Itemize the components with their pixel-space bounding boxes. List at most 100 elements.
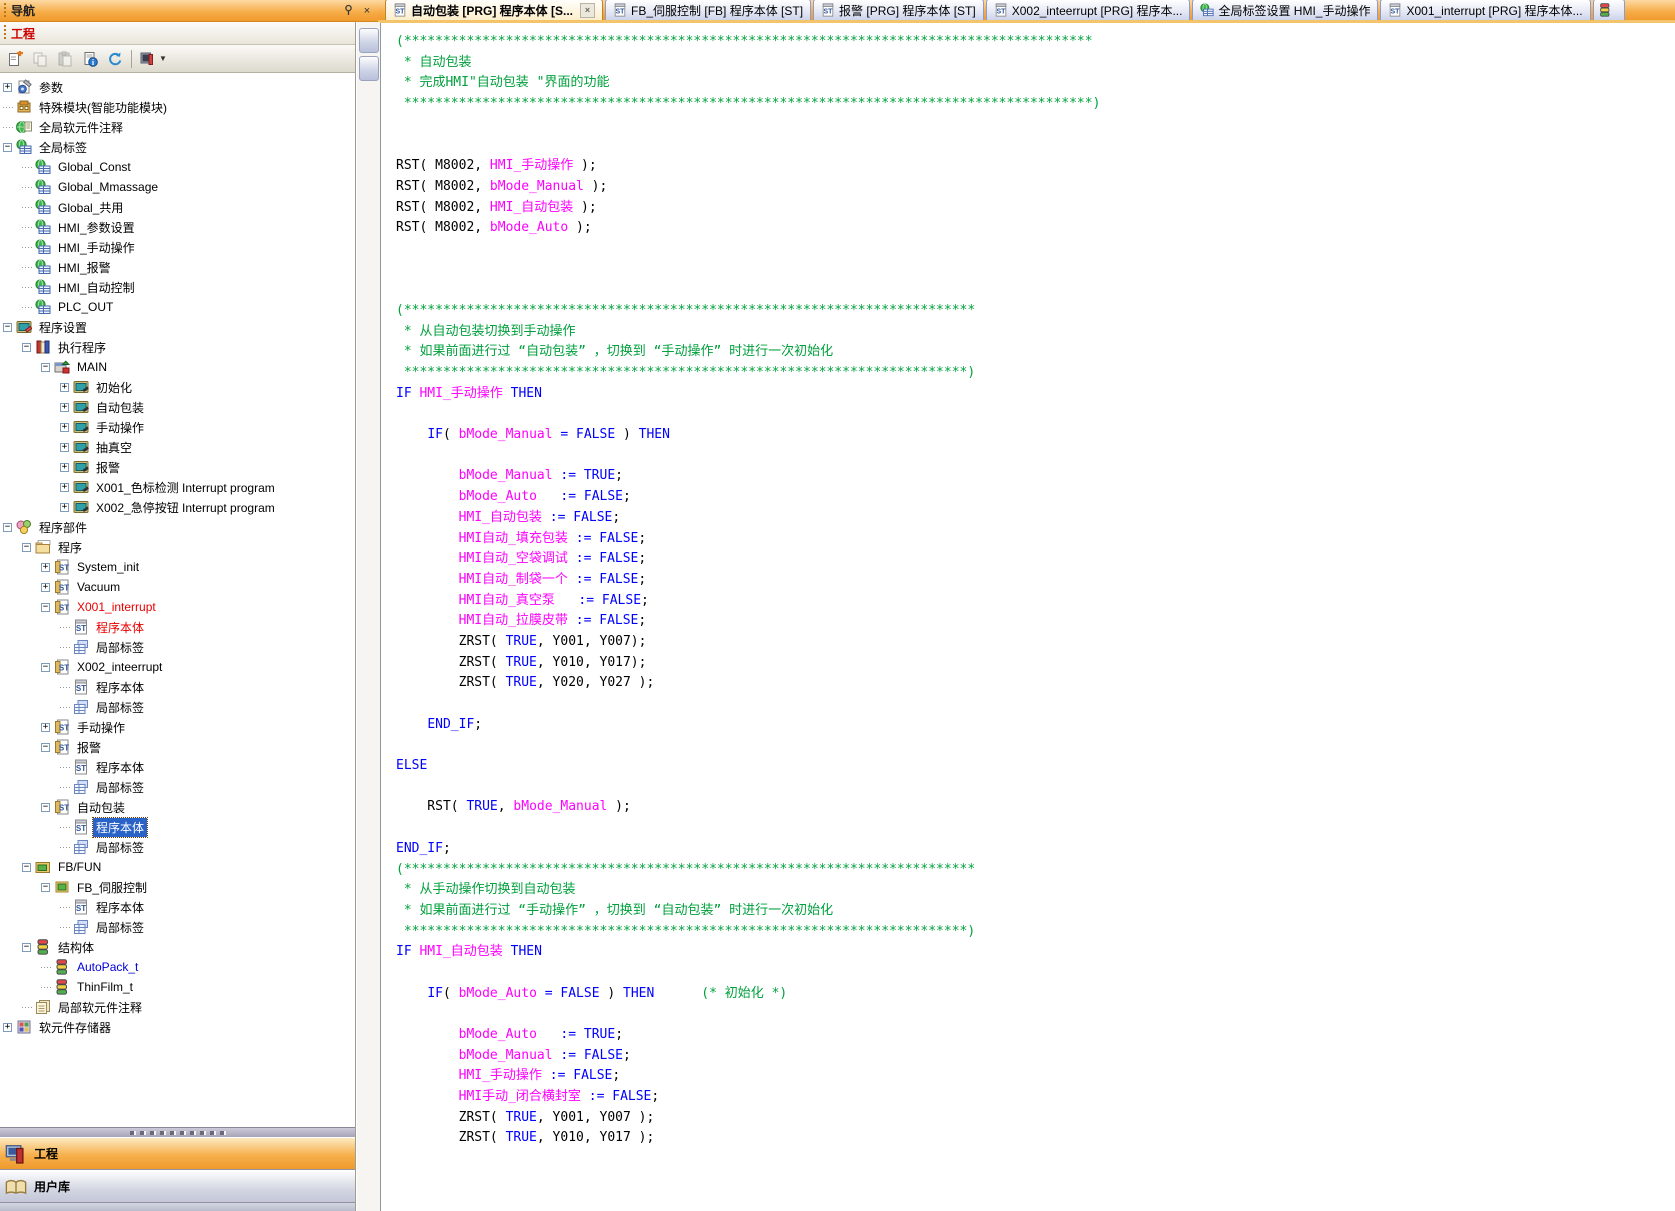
editor-tab-2[interactable]: STFB_伺服控制 [FB] 程序本体 [ST] (605, 0, 811, 20)
tree-item[interactable]: −程序 (0, 537, 355, 557)
tree-item[interactable]: 局部标签 (0, 777, 355, 797)
tree-item[interactable]: 局部标签 (0, 917, 355, 937)
tree-item[interactable]: −结构体 (0, 937, 355, 957)
navigator-button-project[interactable]: 工程 (0, 1137, 355, 1170)
dropdown-caret-icon[interactable]: ▼ (159, 54, 167, 63)
editor-tab-5[interactable]: 全局标签设置 HMI_手动操作 (1192, 0, 1378, 20)
expand-icon[interactable]: + (3, 83, 12, 92)
tree-item[interactable]: +软元件存储器 (0, 1017, 355, 1037)
tree-item[interactable]: +X001_色标检测 Interrupt program (0, 477, 355, 497)
tree-item[interactable]: ST程序本体 (0, 617, 355, 637)
scrollbar-thumb[interactable] (359, 56, 379, 81)
tree-item[interactable]: −MAIN (0, 357, 355, 377)
pin-icon[interactable] (340, 3, 356, 18)
tree-item[interactable]: Global_Const (0, 157, 355, 177)
collapse-icon[interactable]: − (41, 803, 50, 812)
tree-item[interactable]: +初始化 (0, 377, 355, 397)
tree-item[interactable]: −FB/FUN (0, 857, 355, 877)
tree-item[interactable]: PLC_OUT (0, 297, 355, 317)
display-setting-button[interactable] (136, 47, 160, 71)
st-icon: ST (54, 559, 70, 575)
expand-icon[interactable]: + (60, 503, 69, 512)
collapse-icon[interactable]: − (3, 143, 12, 152)
panel-splitter[interactable] (0, 1127, 355, 1137)
tree-item[interactable]: −执行程序 (0, 337, 355, 357)
tree-item[interactable]: −STX002_inteerrupt (0, 657, 355, 677)
tree-item[interactable]: AutoPack_t (0, 957, 355, 977)
tree-item[interactable]: 特殊模块(智能功能模块) (0, 97, 355, 117)
editor-tab-7[interactable] (1593, 0, 1625, 20)
project-tree: +参数特殊模块(智能功能模块)全局软元件注释−全局标签Global_ConstG… (0, 73, 355, 1127)
tree-item[interactable]: −程序部件 (0, 517, 355, 537)
tree-item[interactable]: 全局软元件注释 (0, 117, 355, 137)
expand-icon[interactable]: + (60, 463, 69, 472)
new-document-button[interactable] (3, 47, 27, 71)
tree-item[interactable]: HMI_报警 (0, 257, 355, 277)
tab-close-icon[interactable]: × (580, 3, 595, 18)
collapse-icon[interactable]: − (22, 943, 31, 952)
collapse-icon[interactable]: − (41, 883, 50, 892)
expand-icon[interactable]: + (60, 483, 69, 492)
close-icon[interactable]: × (359, 3, 375, 18)
collapse-icon[interactable]: − (41, 663, 50, 672)
property-button[interactable]: i (78, 47, 102, 71)
tree-item[interactable]: +抽真空 (0, 437, 355, 457)
expand-icon[interactable]: + (41, 583, 50, 592)
tree-item[interactable]: HMI_参数设置 (0, 217, 355, 237)
tree-item[interactable]: 局部软元件注释 (0, 997, 355, 1017)
expand-icon[interactable]: + (60, 403, 69, 412)
navigator-button-library[interactable]: 用户库 (0, 1170, 355, 1203)
collapse-icon[interactable]: − (3, 523, 12, 532)
tree-item[interactable]: −程序设置 (0, 317, 355, 337)
expand-icon[interactable]: + (60, 443, 69, 452)
tree-item[interactable]: 局部标签 (0, 697, 355, 717)
editor-tab-6[interactable]: STX001_interrupt [PRG] 程序本体... (1380, 0, 1590, 20)
tree-item[interactable]: −ST自动包装 (0, 797, 355, 817)
tree-item[interactable]: +ST手动操作 (0, 717, 355, 737)
refresh-button[interactable] (103, 47, 127, 71)
expand-icon[interactable]: + (41, 563, 50, 572)
collapse-icon[interactable]: − (22, 863, 31, 872)
tree-item[interactable]: +参数 (0, 77, 355, 97)
collapse-icon[interactable]: − (22, 543, 31, 552)
tree-item[interactable]: 局部标签 (0, 637, 355, 657)
tree-item[interactable]: ST程序本体 (0, 817, 355, 837)
scrollbar-button-top[interactable] (359, 28, 379, 53)
expand-icon[interactable]: + (60, 383, 69, 392)
tree-item[interactable]: ThinFilm_t (0, 977, 355, 997)
st-code-editor[interactable]: (***************************************… (380, 23, 1675, 1211)
tree-item[interactable]: +手动操作 (0, 417, 355, 437)
collapse-icon[interactable]: − (41, 363, 50, 372)
code-line: HMI_自动包装 := FALSE; (396, 508, 1675, 529)
tree-item[interactable]: ST程序本体 (0, 677, 355, 697)
tree-item[interactable]: +STVacuum (0, 577, 355, 597)
collapse-icon[interactable]: − (22, 343, 31, 352)
expand-icon[interactable]: + (41, 723, 50, 732)
collapse-icon[interactable]: − (3, 323, 12, 332)
tree-item[interactable]: ST程序本体 (0, 757, 355, 777)
tree-item[interactable]: 局部标签 (0, 837, 355, 857)
tree-item[interactable]: −STX001_interrupt (0, 597, 355, 617)
tree-item[interactable]: +STSystem_init (0, 557, 355, 577)
collapse-icon[interactable]: − (41, 603, 50, 612)
editor-tab-4[interactable]: STX002_inteerrupt [PRG] 程序本... (986, 0, 1191, 20)
tree-item[interactable]: Global_共用 (0, 197, 355, 217)
tree-item[interactable]: −FB_伺服控制 (0, 877, 355, 897)
tree-item[interactable]: −ST报警 (0, 737, 355, 757)
glabel-icon (35, 179, 51, 195)
code-line: ZRST( TRUE, Y001, Y007 ); (396, 1108, 1675, 1129)
svg-text:ST: ST (76, 824, 86, 833)
expand-icon[interactable]: + (3, 1023, 12, 1032)
tree-item[interactable]: +X002_急停按钮 Interrupt program (0, 497, 355, 517)
editor-tab-3[interactable]: ST报警 [PRG] 程序本体 [ST] (813, 0, 984, 20)
tree-item[interactable]: HMI_手动操作 (0, 237, 355, 257)
tree-item[interactable]: ST程序本体 (0, 897, 355, 917)
tree-item[interactable]: −全局标签 (0, 137, 355, 157)
tree-item[interactable]: Global_Mmassage (0, 177, 355, 197)
tree-item[interactable]: +自动包装 (0, 397, 355, 417)
expand-icon[interactable]: + (60, 423, 69, 432)
editor-tab-1[interactable]: ST自动包装 [PRG] 程序本体 [S...× (385, 0, 603, 20)
collapse-icon[interactable]: − (41, 743, 50, 752)
tree-item[interactable]: +报警 (0, 457, 355, 477)
tree-item[interactable]: HMI_自动控制 (0, 277, 355, 297)
